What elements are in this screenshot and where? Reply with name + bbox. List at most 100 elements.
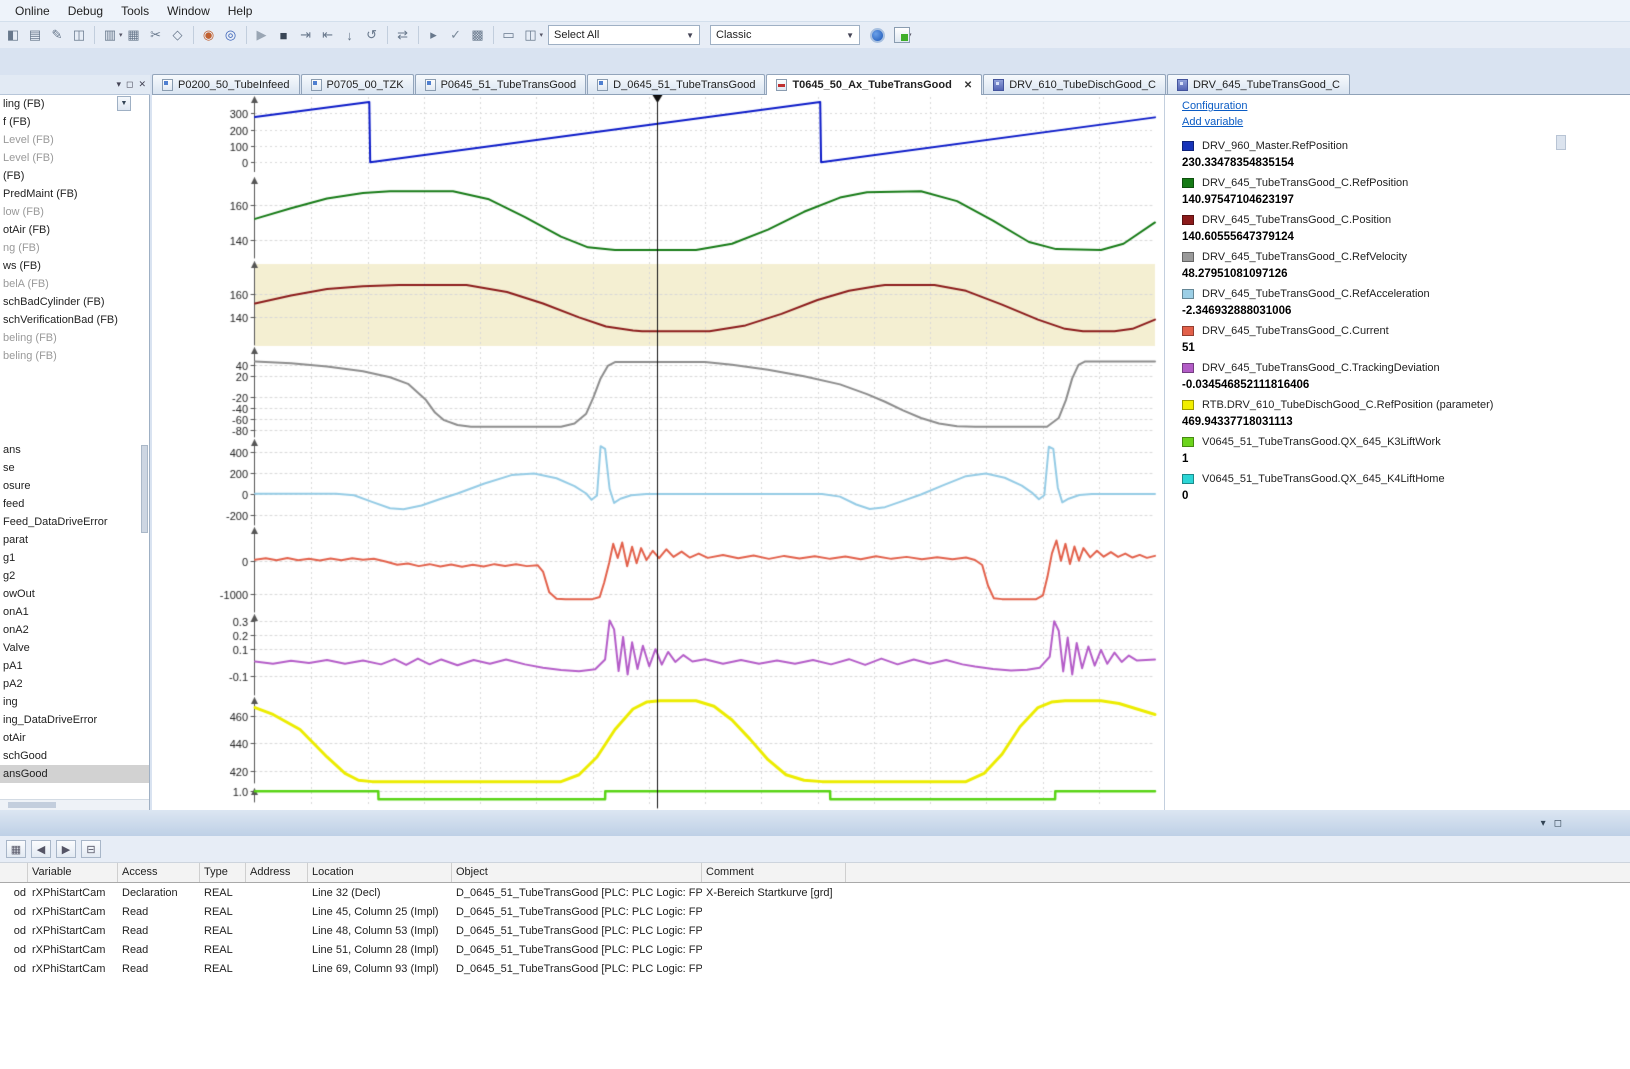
sidebar-item-ona2[interactable]: onA2	[0, 621, 149, 639]
bookmark-icon[interactable]: ▥	[100, 25, 120, 45]
sidebar-vertical-scrollbar[interactable]	[141, 445, 148, 533]
view-mode-icon[interactable]: ◫	[521, 25, 541, 45]
column-header-location[interactable]: Location	[308, 863, 452, 882]
rebuild-icon[interactable]: ◎	[221, 25, 241, 45]
sidebar-item-ing-datadriveerror[interactable]: ing_DataDriveError	[0, 711, 149, 729]
scrollbar-thumb[interactable]	[8, 802, 56, 808]
sidebar-item-g2[interactable]: g2	[0, 567, 149, 585]
column-header-object[interactable]: Object	[452, 863, 702, 882]
sidebar-item-beling-fb-[interactable]: beling (FB)	[0, 347, 149, 365]
sidebar-item-g1[interactable]: g1	[0, 549, 149, 567]
tab-P0200_50_TubeInfeed[interactable]: P0200_50_TubeInfeed	[152, 74, 300, 94]
style-dropdown[interactable]: Classic▼	[710, 25, 860, 45]
new-window-icon[interactable]: ▭	[499, 25, 519, 45]
sidebar-horizontal-scrollbar[interactable]	[0, 799, 149, 810]
table-row[interactable]: odrXPhiStartCamReadREALLine 51, Column 2…	[0, 940, 1630, 959]
chevron-down-icon[interactable]: ▾	[119, 31, 123, 39]
sidebar-item-predmaint-fb-[interactable]: PredMaint (FB)	[0, 185, 149, 203]
legend-item[interactable]: RTB.DRV_610_TubeDischGood_C.RefPosition …	[1182, 396, 1630, 431]
column-header-address[interactable]: Address	[246, 863, 308, 882]
run-icon[interactable]: ▶	[252, 25, 272, 45]
tab-T0645_50_Ax_TubeTransGood[interactable]: T0645_50_Ax_TubeTransGood✕	[766, 74, 982, 95]
sidebar-item-feed-datadriveerror[interactable]: Feed_DataDriveError	[0, 513, 149, 531]
print-icon[interactable]: ⊟	[81, 840, 101, 858]
table-row[interactable]: odrXPhiStartCamReadREALLine 48, Column 5…	[0, 921, 1630, 940]
tab-D_0645_51_TubeTransGood[interactable]: D_0645_51_TubeTransGood	[587, 74, 765, 94]
close-icon[interactable]: ✕	[138, 79, 146, 90]
chevron-down-icon[interactable]: ▼	[846, 31, 854, 40]
menu-debug[interactable]: Debug	[59, 2, 112, 20]
sidebar-item-ng-fb-[interactable]: ng (FB)	[0, 239, 149, 257]
step-into-icon[interactable]: ↓	[340, 25, 360, 45]
sidebar-item-otair-fb-[interactable]: otAir (FB)	[0, 221, 149, 239]
sidebar-item-parat[interactable]: parat	[0, 531, 149, 549]
sidebar-item-ans[interactable]: ans	[0, 441, 149, 459]
sidebar-item-ona1[interactable]: onA1	[0, 603, 149, 621]
sidebar-item-schverificationbad-fb-[interactable]: schVerificationBad (FB)	[0, 311, 149, 329]
menu-window[interactable]: Window	[158, 2, 219, 20]
tab-P0705_00_TZK[interactable]: P0705_00_TZK	[301, 74, 414, 94]
record-button[interactable]	[870, 28, 885, 43]
add-online-icon[interactable]	[894, 27, 910, 43]
legend-item[interactable]: V0645_51_TubeTransGood.QX_645_K3LiftWork…	[1182, 433, 1630, 468]
sidebar-item-level-fb-[interactable]: Level (FB)	[0, 149, 149, 167]
build-icon[interactable]: ◉	[199, 25, 219, 45]
sidebar-item-owout[interactable]: owOut	[0, 585, 149, 603]
column-header-type[interactable]: Type	[200, 863, 246, 882]
edit-icon[interactable]: ✎	[47, 25, 67, 45]
window-icon[interactable]: ◧	[3, 25, 23, 45]
cut-icon[interactable]: ✂	[146, 25, 166, 45]
pin-icon[interactable]: ◻	[1554, 818, 1562, 829]
table-row[interactable]: odrXPhiStartCamReadREALLine 69, Column 9…	[0, 959, 1630, 978]
tab-DRV_645_TubeTransGood_C[interactable]: DRV_645_TubeTransGood_C	[1167, 74, 1350, 94]
column-header-blank[interactable]	[0, 863, 28, 882]
legend-item[interactable]: DRV_645_TubeTransGood_C.RefVelocity48.27…	[1182, 248, 1630, 283]
library-icon[interactable]: ▤	[25, 25, 45, 45]
sidebar-item-schgood[interactable]: schGood	[0, 747, 149, 765]
sidebar-item-beling-fb-[interactable]: beling (FB)	[0, 329, 149, 347]
legend-scrollbar[interactable]	[1556, 135, 1566, 150]
tab-DRV_610_TubeDischGood_C[interactable]: DRV_610_TubeDischGood_C	[983, 74, 1166, 94]
legend-item[interactable]: V0645_51_TubeTransGood.QX_645_K4LiftHome…	[1182, 470, 1630, 505]
sidebar-item-level-fb-[interactable]: Level (FB)	[0, 131, 149, 149]
sidebar-item-f-fb-[interactable]: f (FB)	[0, 113, 149, 131]
chevron-down-icon[interactable]: ▾	[1541, 818, 1546, 829]
column-header-comment[interactable]: Comment	[702, 863, 846, 882]
sidebar-item--fb-[interactable]: (FB)	[0, 167, 149, 185]
sidebar-item-pa2[interactable]: pA2	[0, 675, 149, 693]
sidebar-item-otair[interactable]: otAir	[0, 729, 149, 747]
menu-tools[interactable]: Tools	[112, 2, 158, 20]
sidebar-item-ws-fb-[interactable]: ws (FB)	[0, 257, 149, 275]
configuration-link[interactable]: Configuration	[1182, 98, 1630, 114]
add-variable-link[interactable]: Add variable	[1182, 114, 1630, 130]
step-over-icon[interactable]: ⇥	[296, 25, 316, 45]
start-trace-icon[interactable]: ▸	[424, 25, 444, 45]
table-row[interactable]: odrXPhiStartCamReadREALLine 45, Column 2…	[0, 902, 1630, 921]
reset-icon[interactable]: ↺	[362, 25, 382, 45]
breakpoints-icon[interactable]: ▩	[468, 25, 488, 45]
sidebar-item-ling-fb-[interactable]: ling (FB)▼	[0, 95, 149, 113]
sidebar-item-valve[interactable]: Valve	[0, 639, 149, 657]
column-header-access[interactable]: Access	[118, 863, 200, 882]
column-header-variable[interactable]: Variable	[28, 863, 118, 882]
online-exchange-icon[interactable]: ⇄	[393, 25, 413, 45]
legend-item[interactable]: DRV_645_TubeTransGood_C.Current51	[1182, 322, 1630, 357]
legend-item[interactable]: DRV_645_TubeTransGood_C.TrackingDeviatio…	[1182, 359, 1630, 394]
select-all-dropdown[interactable]: Select All▼	[548, 25, 700, 45]
menu-help[interactable]: Help	[219, 2, 262, 20]
compare-icon[interactable]: ◫	[69, 25, 89, 45]
pin-icon[interactable]: ◻	[126, 79, 133, 90]
sidebar-item-osure[interactable]: osure	[0, 477, 149, 495]
sidebar-item-feed[interactable]: feed	[0, 495, 149, 513]
sidebar-item-schbadcylinder-fb-[interactable]: schBadCylinder (FB)	[0, 293, 149, 311]
chevron-down-icon[interactable]: ▼	[686, 31, 694, 40]
legend-item[interactable]: DRV_645_TubeTransGood_C.RefAcceleration-…	[1182, 285, 1630, 320]
legend-item[interactable]: DRV_645_TubeTransGood_C.Position140.6055…	[1182, 211, 1630, 246]
find-icon[interactable]: ◇	[168, 25, 188, 45]
step-out-icon[interactable]: ⇤	[318, 25, 338, 45]
sidebar-item-ing[interactable]: ing	[0, 693, 149, 711]
trace-chart[interactable]	[152, 95, 1164, 810]
sidebar-item-bela-fb-[interactable]: belA (FB)	[0, 275, 149, 293]
next-button[interactable]: ▶	[56, 840, 76, 858]
chevron-down-icon[interactable]: ▾	[116, 79, 121, 90]
